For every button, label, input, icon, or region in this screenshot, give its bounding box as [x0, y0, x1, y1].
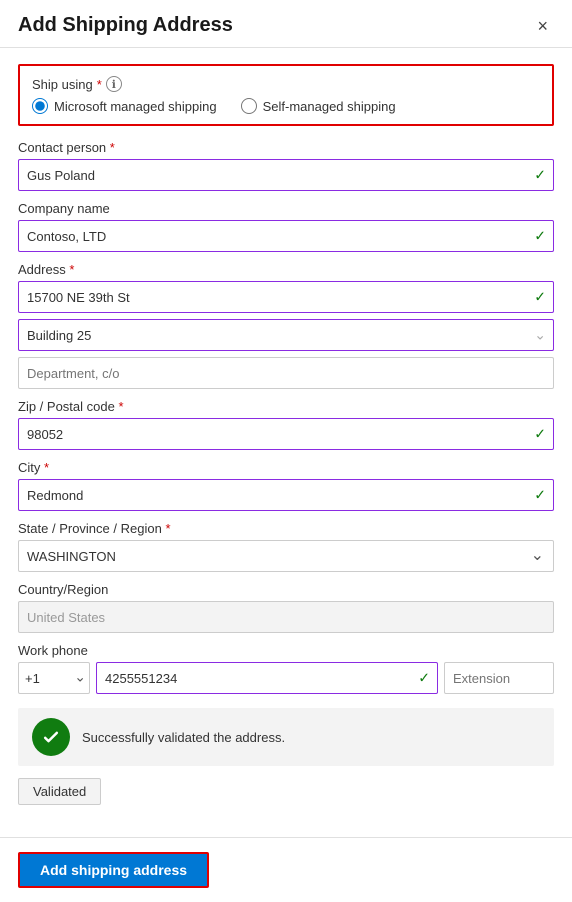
- country-input-wrapper: [18, 601, 554, 633]
- country-field: Country/Region: [18, 582, 554, 633]
- close-button[interactable]: ×: [531, 15, 554, 37]
- success-message: Successfully validated the address.: [82, 730, 285, 745]
- address-line1-check-icon: ✓: [534, 289, 546, 306]
- address-line3-input[interactable]: [18, 357, 554, 389]
- city-input-wrapper: ✓: [18, 479, 554, 511]
- phone-country-select[interactable]: +1: [18, 662, 90, 694]
- contact-person-field: Contact person * ✓: [18, 140, 554, 191]
- ship-using-radio-group: Microsoft managed shipping Self-managed …: [32, 98, 540, 114]
- success-circle: [32, 718, 70, 756]
- phone-number-wrapper: ✓: [96, 662, 438, 694]
- company-name-check-icon: ✓: [534, 228, 546, 245]
- self-managed-radio[interactable]: [241, 98, 257, 114]
- address-line2-wrapper: ⌄: [18, 319, 554, 351]
- work-phone-label: Work phone: [18, 643, 554, 658]
- ship-using-label: Ship using * ℹ: [32, 76, 540, 92]
- add-shipping-address-button[interactable]: Add shipping address: [18, 852, 209, 888]
- city-check-icon: ✓: [534, 487, 546, 504]
- zip-input-wrapper: ✓: [18, 418, 554, 450]
- work-phone-field: Work phone +1 ✓: [18, 643, 554, 694]
- address-line1-input[interactable]: [18, 281, 554, 313]
- address-label: Address *: [18, 262, 554, 277]
- modal-container: Add Shipping Address × Ship using * ℹ Mi…: [0, 0, 572, 902]
- success-check-icon: [41, 727, 61, 747]
- contact-person-label: Contact person *: [18, 140, 554, 155]
- city-input[interactable]: [18, 479, 554, 511]
- required-indicator: *: [97, 77, 102, 92]
- state-select-wrapper: WASHINGTON: [18, 540, 554, 572]
- phone-country-wrapper: +1: [18, 662, 90, 694]
- city-field: City * ✓: [18, 460, 554, 511]
- company-name-input-wrapper: ✓: [18, 220, 554, 252]
- country-label: Country/Region: [18, 582, 554, 597]
- address-line3-wrapper: [18, 357, 554, 389]
- page-title: Add Shipping Address: [18, 14, 233, 37]
- company-name-field: Company name ✓: [18, 201, 554, 252]
- modal-body: Ship using * ℹ Microsoft managed shippin…: [0, 48, 572, 837]
- ship-using-section: Ship using * ℹ Microsoft managed shippin…: [18, 64, 554, 126]
- self-managed-option[interactable]: Self-managed shipping: [241, 98, 396, 114]
- state-field: State / Province / Region * WASHINGTON: [18, 521, 554, 572]
- contact-person-input[interactable]: [18, 159, 554, 191]
- country-input: [18, 601, 554, 633]
- zip-input[interactable]: [18, 418, 554, 450]
- zip-field: Zip / Postal code * ✓: [18, 399, 554, 450]
- microsoft-managed-radio[interactable]: [32, 98, 48, 114]
- address-field: Address * ✓ ⌄: [18, 262, 554, 389]
- contact-person-input-wrapper: ✓: [18, 159, 554, 191]
- address-line2-check-icon: ⌄: [534, 327, 546, 344]
- company-name-label: Company name: [18, 201, 554, 216]
- phone-number-input[interactable]: [96, 662, 438, 694]
- contact-person-check-icon: ✓: [534, 167, 546, 184]
- state-select[interactable]: WASHINGTON: [18, 540, 554, 572]
- zip-check-icon: ✓: [534, 426, 546, 443]
- address-line2-input[interactable]: [18, 319, 554, 351]
- phone-check-icon: ✓: [418, 670, 430, 687]
- phone-row: +1 ✓: [18, 662, 554, 694]
- zip-label: Zip / Postal code *: [18, 399, 554, 414]
- extension-input[interactable]: [444, 662, 554, 694]
- modal-footer: Add shipping address: [0, 837, 572, 902]
- microsoft-managed-option[interactable]: Microsoft managed shipping: [32, 98, 217, 114]
- success-banner: Successfully validated the address.: [18, 708, 554, 766]
- city-label: City *: [18, 460, 554, 475]
- address-line1-wrapper: ✓: [18, 281, 554, 313]
- state-label: State / Province / Region *: [18, 521, 554, 536]
- validated-button[interactable]: Validated: [18, 778, 101, 805]
- info-icon[interactable]: ℹ: [106, 76, 122, 92]
- modal-header: Add Shipping Address ×: [0, 0, 572, 48]
- company-name-input[interactable]: [18, 220, 554, 252]
